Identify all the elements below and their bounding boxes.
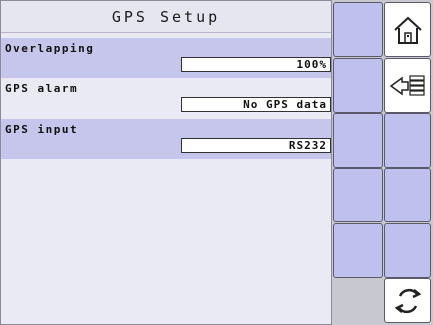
overlapping-value-field[interactable]: 100% [181, 57, 331, 72]
settings-panel: GPS Setup Overlapping 100% GPS alarm No … [0, 0, 332, 325]
gps-alarm-label: GPS alarm [5, 82, 79, 95]
softkey-right-3[interactable] [384, 113, 431, 168]
refresh-button[interactable] [384, 278, 431, 323]
softkey-right-4[interactable] [384, 168, 431, 222]
title-bar: GPS Setup [1, 1, 331, 33]
setting-row-gps-input: GPS input RS232 [1, 119, 331, 159]
softkey-left-2[interactable] [333, 58, 383, 113]
back-to-list-button[interactable] [384, 58, 431, 113]
setting-row-gps-alarm: GPS alarm No GPS data [1, 78, 331, 118]
gps-alarm-value-field[interactable]: No GPS data [181, 97, 331, 112]
gps-input-value-field[interactable]: RS232 [181, 138, 331, 153]
softkey-left-4[interactable] [333, 168, 383, 222]
overlapping-label: Overlapping [5, 42, 95, 55]
home-button[interactable] [384, 2, 431, 57]
screen: GPS Setup Overlapping 100% GPS alarm No … [0, 0, 433, 325]
gps-input-label: GPS input [5, 123, 79, 136]
setting-row-overlapping: Overlapping 100% [1, 38, 331, 78]
softkey-left-3[interactable] [333, 113, 383, 168]
refresh-icon [394, 288, 421, 313]
page-title: GPS Setup [111, 8, 221, 26]
softkey-left-5[interactable] [333, 223, 383, 278]
softkey-grid [332, 0, 433, 325]
home-icon [393, 16, 422, 44]
back-list-icon [389, 74, 425, 96]
softkey-right-5[interactable] [384, 223, 431, 278]
softkey-left-1[interactable] [333, 2, 383, 57]
